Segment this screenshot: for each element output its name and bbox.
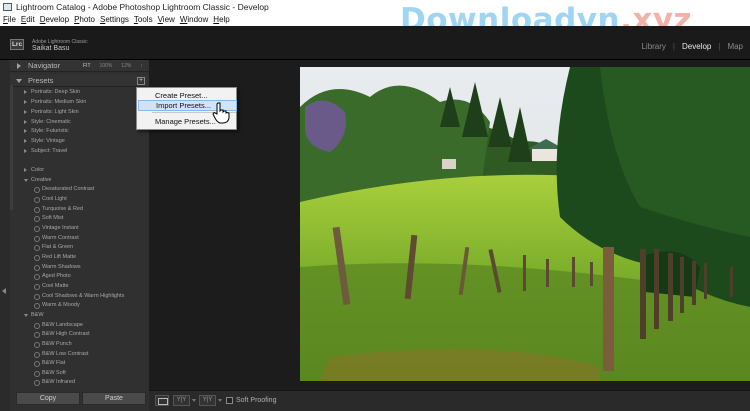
preset-item[interactable]: Red Lift Matte xyxy=(34,253,76,262)
zoom-100[interactable]: 100% xyxy=(100,60,113,72)
swap-settings-button[interactable]: Y|Y xyxy=(199,395,216,406)
preset-item[interactable]: Flat & Green xyxy=(34,243,73,252)
navigator-title: Navigator xyxy=(28,61,61,70)
presets-tree: Portraits: Deep Skin Portraits: Medium S… xyxy=(10,88,149,395)
copy-paste-bar: Copy Paste xyxy=(10,392,149,406)
image-canvas[interactable] xyxy=(149,60,750,390)
preset-item[interactable]: Cool Shadows & Warm Highlights xyxy=(34,292,124,301)
preset-item[interactable]: Soft Mist xyxy=(34,214,63,223)
soft-proofing-checkbox[interactable] xyxy=(226,397,233,404)
user-name: Saikat Basu xyxy=(32,45,70,52)
lrc-logo: Lrc xyxy=(10,39,24,50)
window-title: Lightroom Catalog - Adobe Photoshop Ligh… xyxy=(16,2,269,12)
preset-item[interactable]: Cool Light xyxy=(34,195,67,204)
preset-item[interactable]: Vintage Instant xyxy=(34,224,79,233)
preset-item[interactable]: B&W Infrared xyxy=(34,378,75,387)
menu-help[interactable]: Help xyxy=(213,14,229,26)
loupe-view-button[interactable] xyxy=(155,395,169,406)
preset-item[interactable]: B&W Flat xyxy=(34,359,65,368)
preset-item[interactable]: Warm Shadows xyxy=(34,263,81,272)
presets-title: Presets xyxy=(28,76,54,85)
menu-photo[interactable]: Photo xyxy=(74,14,95,26)
hand-pointer-icon xyxy=(212,102,230,124)
zoom-fit[interactable]: FIT xyxy=(83,60,91,72)
preset-group[interactable]: Subject: Travel xyxy=(24,147,67,156)
preset-item[interactable]: B&W Landscape xyxy=(34,321,83,330)
preset-item[interactable]: Warm Contrast xyxy=(34,234,79,243)
presets-header[interactable]: Presets + xyxy=(10,75,149,87)
collapse-triangle-icon xyxy=(16,79,22,83)
preset-group-creative[interactable]: Creative xyxy=(24,176,51,185)
preset-group[interactable]: Portraits: Deep Skin xyxy=(24,88,80,97)
menu-window[interactable]: Window xyxy=(180,14,208,26)
collapse-arrow-icon[interactable] xyxy=(2,288,6,294)
left-panel-edge[interactable] xyxy=(0,60,10,411)
zoom-12[interactable]: 12% xyxy=(121,60,131,72)
preset-item[interactable]: B&W Soft xyxy=(34,369,66,378)
preset-item[interactable]: B&W Low Contrast xyxy=(34,350,88,359)
menu-develop[interactable]: Develop xyxy=(40,14,69,26)
menu-edit[interactable]: Edit xyxy=(21,14,35,26)
copy-button[interactable]: Copy xyxy=(16,392,80,405)
add-preset-button[interactable]: + xyxy=(137,77,145,85)
navigator-header[interactable]: Navigator FIT 100% 12% ↕ xyxy=(10,60,149,72)
paste-button[interactable]: Paste xyxy=(82,392,146,405)
preset-group[interactable]: Portraits: Light Skin xyxy=(24,108,79,117)
zoom-menu-icon[interactable]: ↕ xyxy=(140,60,143,72)
module-picker: Library | Develop | Map xyxy=(634,42,750,51)
zoom-options: FIT 100% 12% ↕ xyxy=(83,60,152,72)
preset-item[interactable]: B&W Punch xyxy=(34,340,72,349)
preset-item[interactable]: B&W High Contrast xyxy=(34,330,90,339)
develop-toolbar: Y|Y Y|Y Soft Proofing xyxy=(149,390,750,411)
landscape-photo xyxy=(300,67,750,381)
menu-settings[interactable]: Settings xyxy=(100,14,129,26)
left-panel: Navigator FIT 100% 12% ↕ Presets + Portr… xyxy=(10,60,149,411)
panel-scrollbar[interactable] xyxy=(10,85,13,210)
menu-tools[interactable]: Tools xyxy=(134,14,153,26)
preset-item[interactable]: Turquoise & Red xyxy=(34,205,83,214)
menu-view[interactable]: View xyxy=(158,14,175,26)
expand-triangle-icon xyxy=(17,63,21,69)
preset-group[interactable]: Portraits: Medium Skin xyxy=(24,98,86,107)
module-library[interactable]: Library xyxy=(634,42,672,51)
app-icon xyxy=(3,3,12,11)
preset-group[interactable]: Style: Vintage xyxy=(24,137,65,146)
preset-group[interactable]: Style: Futuristic xyxy=(24,127,69,136)
preset-group[interactable]: Style: Cinematic xyxy=(24,118,71,127)
preset-group-color[interactable]: Color xyxy=(24,166,44,175)
chevron-down-icon[interactable] xyxy=(192,399,196,402)
menu-file[interactable]: File xyxy=(3,14,16,26)
preset-item[interactable]: Warm & Moody xyxy=(34,301,80,310)
preset-item[interactable]: Aged Photo xyxy=(34,272,71,281)
module-develop[interactable]: Develop xyxy=(675,42,718,51)
chevron-down-icon[interactable] xyxy=(218,399,222,402)
photo-preview[interactable] xyxy=(300,67,750,381)
preset-item[interactable]: Desaturated Contrast xyxy=(34,185,94,194)
module-map[interactable]: Map xyxy=(720,42,750,51)
preset-group-bw[interactable]: B&W xyxy=(24,311,44,320)
before-after-view-button[interactable]: Y|Y xyxy=(173,395,190,406)
soft-proofing-label: Soft Proofing xyxy=(236,397,277,404)
preset-item[interactable]: Cool Matte xyxy=(34,282,69,291)
